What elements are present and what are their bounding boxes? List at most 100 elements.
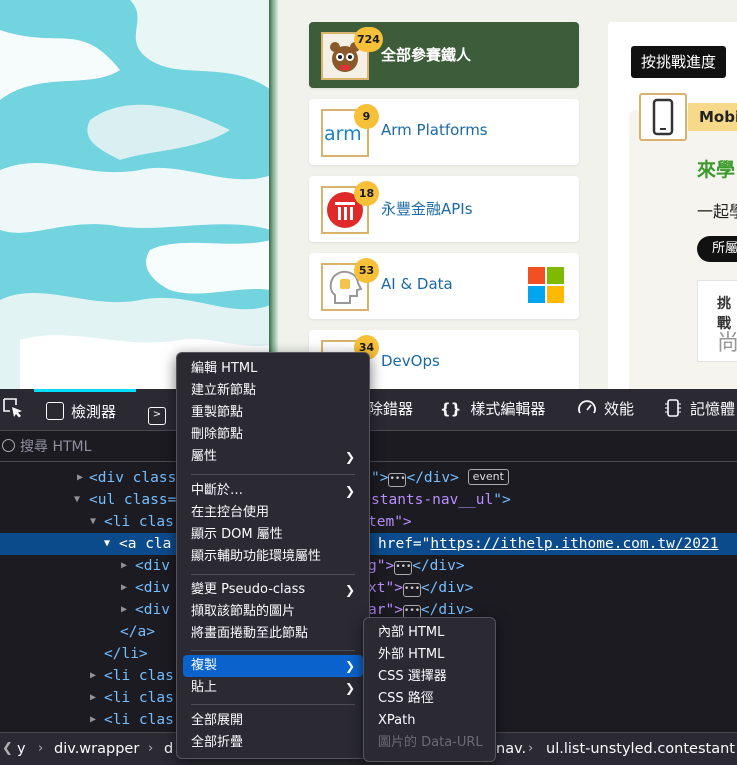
node-tag: <li clas bbox=[104, 712, 174, 728]
menu-item-duplicate-node[interactable]: 重製節點 bbox=[183, 402, 363, 424]
tab-memory[interactable]: 記憶體 bbox=[663, 389, 735, 430]
menu-label: XPath bbox=[378, 713, 416, 728]
tab-inspector[interactable]: 檢測器 bbox=[34, 389, 136, 430]
web-page: 724 全部參賽鐵人 arm 9 Arm Platforms 18 永豐金融AP… bbox=[0, 0, 737, 389]
collapsed-dots-icon[interactable]: ••• bbox=[388, 473, 407, 487]
microsoft-logo-icon bbox=[528, 267, 564, 303]
category-card-arm[interactable]: arm 9 Arm Platforms bbox=[309, 99, 579, 165]
menu-item-collapse-all[interactable]: 全部折疊 bbox=[183, 732, 363, 754]
element-picker-button[interactable] bbox=[2, 389, 24, 430]
menu-label: 刪除節點 bbox=[191, 427, 244, 442]
menu-item-copy[interactable]: 複製 ❯ bbox=[183, 655, 363, 677]
category-name: 全部參賽鐵人 bbox=[381, 46, 472, 64]
menu-item-show-dom-properties[interactable]: 顯示 DOM 屬性 bbox=[183, 524, 363, 546]
attr-value: stants-nav__ul bbox=[371, 492, 494, 508]
menu-label: 將畫面捲動至此節點 bbox=[191, 626, 309, 641]
menu-item-show-accessibility-properties[interactable]: 顯示輔助功能環境屬性 bbox=[183, 546, 363, 568]
breadcrumb-item-selected[interactable]: ul.list-unstyled.contestant bbox=[546, 733, 735, 765]
menu-item-break-on[interactable]: 中斷於… ❯ bbox=[183, 480, 363, 502]
tab-style-editor[interactable]: {} 樣式編輯器 bbox=[440, 389, 545, 430]
menu-label: 擷取該節點的圖片 bbox=[191, 604, 296, 619]
node-attr: stants-nav__ul"> bbox=[371, 489, 511, 511]
scroll-left-icon[interactable]: ❮ bbox=[2, 733, 13, 765]
menu-label: 中斷於… bbox=[191, 483, 244, 498]
node-close-tag: </div> bbox=[406, 470, 459, 486]
expand-arrow-icon[interactable]: ▶ bbox=[90, 709, 96, 731]
category-label: Mobi bbox=[688, 103, 737, 131]
menu-label: 顯示輔助功能環境屬性 bbox=[191, 549, 322, 564]
collapse-arrow-icon[interactable]: ▼ bbox=[104, 533, 110, 555]
menu-label: 內部 HTML bbox=[378, 625, 445, 640]
event-badge[interactable]: event bbox=[467, 469, 509, 485]
menu-separator bbox=[191, 704, 355, 705]
category-name: Arm Platforms bbox=[381, 121, 488, 139]
menu-label: 圖片的 Data-URL bbox=[378, 735, 483, 750]
breadcrumb-item[interactable]: nav. bbox=[496, 733, 526, 765]
node-close: "> bbox=[493, 492, 511, 508]
expand-arrow-icon[interactable]: ▶ bbox=[77, 467, 83, 489]
topic-subtitle: 一起學 bbox=[697, 202, 737, 221]
braces-icon: {} bbox=[440, 400, 462, 418]
menu-item-change-pseudo-class[interactable]: 變更 Pseudo-class ❯ bbox=[183, 579, 363, 601]
menu-item-attributes[interactable]: 屬性 ❯ bbox=[183, 446, 363, 468]
tab-label: 樣式編輯器 bbox=[470, 400, 546, 418]
cloud-illustration bbox=[0, 0, 271, 389]
expand-arrow-icon[interactable]: ▶ bbox=[121, 577, 127, 599]
menu-label: 重製節點 bbox=[191, 405, 244, 420]
node-close-tag: </a> bbox=[120, 624, 155, 640]
expand-arrow-icon[interactable]: ▶ bbox=[121, 599, 127, 621]
topic-title[interactable]: 來學 bbox=[697, 155, 735, 182]
picker-icon bbox=[3, 398, 22, 418]
category-card-ai-data[interactable]: 53 AI & Data bbox=[309, 253, 579, 319]
challenge-progress-button[interactable]: 按挑戰進度 bbox=[631, 46, 727, 78]
menu-item-paste[interactable]: 貼上 ❯ bbox=[183, 677, 363, 699]
menu-item-expand-all[interactable]: 全部展開 bbox=[183, 710, 363, 732]
collapse-arrow-icon[interactable]: ▼ bbox=[90, 511, 96, 533]
count-badge: 724 bbox=[354, 27, 383, 52]
inspector-icon bbox=[46, 402, 64, 420]
expand-arrow-icon[interactable]: ▶ bbox=[90, 687, 96, 709]
category-card-all[interactable]: 724 全部參賽鐵人 bbox=[309, 22, 579, 88]
menu-item-delete-node[interactable]: 刪除節點 bbox=[183, 424, 363, 446]
menu-label: CSS 路徑 bbox=[378, 691, 434, 706]
attr-value: g"> bbox=[368, 558, 395, 574]
menu-item-edit-html[interactable]: 編輯 HTML bbox=[183, 358, 363, 380]
menu-item-css-selector[interactable]: CSS 選擇器 bbox=[370, 666, 489, 688]
gauge-icon bbox=[578, 400, 596, 414]
tab-debugger[interactable]: 除錯器 bbox=[368, 389, 413, 430]
sky-illustration bbox=[0, 0, 271, 389]
collapse-arrow-icon[interactable]: ▼ bbox=[74, 489, 80, 511]
node-tail: xt">•••</div> bbox=[368, 577, 473, 599]
menu-item-xpath[interactable]: XPath bbox=[370, 710, 489, 732]
attr-name: href= bbox=[378, 536, 422, 552]
expand-arrow-icon[interactable]: ▶ bbox=[90, 665, 96, 687]
divider-strip bbox=[269, 0, 278, 389]
menu-item-screenshot-node[interactable]: 擷取該節點的圖片 bbox=[183, 601, 363, 623]
node-tag: <li clas bbox=[104, 514, 174, 530]
menu-item-css-path[interactable]: CSS 路徑 bbox=[370, 688, 489, 710]
copy-submenu: 內部 HTML 外部 HTML CSS 選擇器 CSS 路徑 XPath 圖片的… bbox=[363, 617, 496, 762]
chevron-right-icon: ❯ bbox=[344, 681, 355, 695]
menu-item-outer-html[interactable]: 外部 HTML bbox=[370, 644, 489, 666]
filter-pill[interactable]: 所屬 bbox=[697, 236, 737, 262]
collapsed-dots-icon[interactable]: ••• bbox=[394, 561, 413, 575]
category-card-sinopac[interactable]: 18 永豐金融APIs bbox=[309, 176, 579, 242]
node-tag: <div bbox=[135, 602, 170, 618]
menu-item-create-node[interactable]: 建立新節點 bbox=[183, 380, 363, 402]
chevron-right-icon: ❯ bbox=[344, 583, 355, 597]
href-link[interactable]: https://ithelp.ithome.com.tw/2021 bbox=[430, 536, 718, 552]
menu-label: 變更 Pseudo-class bbox=[191, 582, 306, 597]
node-tag: <div bbox=[135, 580, 170, 596]
expand-arrow-icon[interactable]: ▶ bbox=[121, 555, 127, 577]
collapsed-dots-icon[interactable]: ••• bbox=[402, 583, 421, 597]
menu-item-use-in-console[interactable]: 在主控台使用 bbox=[183, 502, 363, 524]
tab-performance[interactable]: 效能 bbox=[577, 389, 634, 430]
menu-item-inner-html[interactable]: 內部 HTML bbox=[370, 622, 489, 644]
breadcrumb-item[interactable]: div.wrapper bbox=[54, 733, 139, 765]
menu-item-scroll-into-view[interactable]: 將畫面捲動至此節點 bbox=[183, 623, 363, 645]
tab-console[interactable]: > bbox=[148, 389, 173, 430]
breadcrumb-item[interactable]: d bbox=[164, 733, 173, 765]
svg-text:arm: arm bbox=[324, 123, 362, 145]
breadcrumb-item[interactable]: y bbox=[17, 733, 26, 765]
tab-label: 除錯器 bbox=[368, 400, 414, 418]
